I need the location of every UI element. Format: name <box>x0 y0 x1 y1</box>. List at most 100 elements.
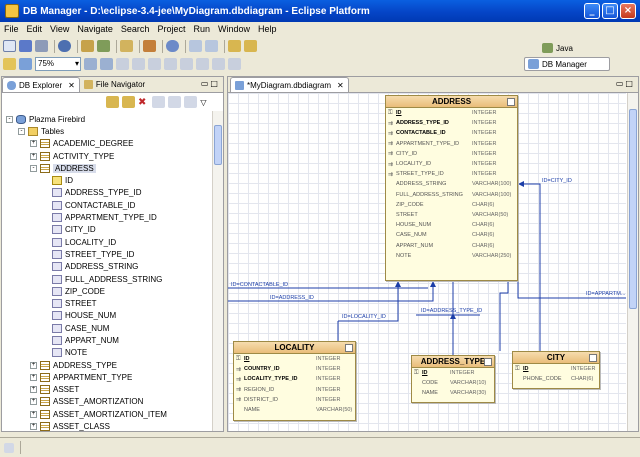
tree-item[interactable]: HOUSE_NUM <box>6 310 216 322</box>
entity-column[interactable]: NAME VARCHAR(30) <box>412 388 494 398</box>
tree-item[interactable]: - Tables <box>6 125 216 137</box>
menu-help[interactable]: Help <box>258 24 277 34</box>
tree-item[interactable]: STREET <box>6 297 216 309</box>
entity-locality[interactable]: LOCALITY ⚿ ID INTEGER ⇉ COUNTRY_ID INTEGER ⇉ LOC… <box>233 341 356 421</box>
diagram-canvas[interactable]: ID=CONTACTABLE_ID ID=ADDRESS_ID ID=LOCAL… <box>228 93 626 431</box>
tree-scroll-thumb[interactable] <box>214 125 222 165</box>
back-icon[interactable] <box>106 96 119 108</box>
menu-file[interactable]: File <box>4 24 19 34</box>
close-tab-icon[interactable]: ✕ <box>68 81 75 90</box>
entity-column[interactable]: CASE_NUM CHAR(6) <box>386 230 517 240</box>
refresh-icon[interactable] <box>19 58 32 70</box>
tree-item[interactable]: NOTE <box>6 347 216 359</box>
entity-column[interactable]: APPART_NUM CHAR(6) <box>386 240 517 250</box>
pencil-icon[interactable] <box>3 58 16 70</box>
perspective-java[interactable]: Java <box>542 43 573 53</box>
entity-column[interactable]: ⇉ CITY_ID INTEGER <box>386 149 517 159</box>
entity-column[interactable]: PHONE_CODE CHAR(6) <box>513 374 599 384</box>
expand-icon[interactable]: + <box>30 410 37 418</box>
menu-project[interactable]: Project <box>157 24 185 34</box>
collapse-icon[interactable]: - <box>18 127 25 135</box>
tree-item[interactable]: + ASSET_AMORTIZATION <box>6 396 216 408</box>
tab-mydiagram[interactable]: *MyDiagram.dbdiagram ✕ <box>230 77 349 92</box>
relation-line-city-2[interactable] <box>499 281 509 351</box>
align-center-icon[interactable] <box>132 58 145 70</box>
entity-column[interactable]: HOUSE_NUM CHAR(6) <box>386 220 517 230</box>
align-left-icon[interactable] <box>116 58 129 70</box>
connect-icon[interactable] <box>143 40 156 52</box>
open-type-icon[interactable] <box>81 40 94 52</box>
tree-item[interactable]: APPART_NUM <box>6 334 216 346</box>
annotation-icon[interactable] <box>189 40 202 52</box>
expand-icon[interactable]: + <box>30 361 37 369</box>
home-icon[interactable] <box>152 96 166 108</box>
align-right-icon[interactable] <box>148 58 161 70</box>
tree-item[interactable]: LOCALITY_ID <box>6 236 216 248</box>
editor-min-max-icon[interactable]: ▭□ <box>616 79 635 88</box>
tree-item[interactable]: + ACADEMIC_DEGREE <box>6 138 216 150</box>
tree-item[interactable]: APPARTMENT_TYPE_ID <box>6 211 216 223</box>
tree-item[interactable]: ZIP_CODE <box>6 285 216 297</box>
close-editor-icon[interactable]: ✕ <box>337 81 344 90</box>
tree-item[interactable]: + ASSET_AMORTIZATION_ITEM <box>6 408 216 420</box>
open-folder-icon[interactable] <box>120 40 133 52</box>
tab-file-navigator[interactable]: File Navigator <box>80 77 149 92</box>
entity-column[interactable]: ⚿ ID INTEGER <box>412 368 494 378</box>
entity-column[interactable]: ⚿ ID INTEGER <box>513 364 599 374</box>
entity-column[interactable]: ⇉ COUNTRY_ID INTEGER <box>234 364 355 374</box>
back-arrow-icon[interactable] <box>228 40 241 52</box>
diagram-scrollbar[interactable] <box>627 93 638 431</box>
align-middle-icon[interactable] <box>180 58 193 70</box>
match-width-icon[interactable] <box>212 58 225 70</box>
entity-column[interactable]: ⇉ APPARTMENT_TYPE_ID INTEGER <box>386 139 517 149</box>
tree-item[interactable]: FULL_ADDRESS_STRING <box>6 273 216 285</box>
menu-edit[interactable]: Edit <box>27 24 43 34</box>
zoom-out-icon[interactable] <box>100 58 113 70</box>
tree-item[interactable]: - ADDRESS <box>6 162 216 174</box>
entity-column[interactable]: ⇉ LOCALITY_TYPE_ID INTEGER <box>234 374 355 384</box>
entity-city[interactable]: CITY ⚿ ID INTEGER PHONE_CODE CHAR(6) <box>512 351 600 389</box>
collapse-all-icon[interactable] <box>168 96 182 108</box>
minimize-button[interactable]: _ <box>584 3 600 19</box>
entity-column[interactable]: ADDRESS_STRING VARCHAR(100) <box>386 179 517 189</box>
menu-search[interactable]: Search <box>121 24 150 34</box>
entity-address[interactable]: ADDRESS ⚿ ID INTEGER ⇉ ADDRESS_TYPE_ID INTEGER… <box>385 95 518 281</box>
entity-column[interactable]: ZIP_CODE CHAR(6) <box>386 200 517 210</box>
expand-icon[interactable]: + <box>30 386 37 394</box>
entity-column[interactable]: STREET VARCHAR(50) <box>386 210 517 220</box>
tree-item[interactable]: + ASSET_CLASS <box>6 420 216 432</box>
globe-icon[interactable] <box>166 40 179 52</box>
zoom-combo[interactable]: 75% <box>35 57 81 71</box>
tree-item[interactable]: - Plazma Firebird <box>6 113 216 125</box>
relation-line-city[interactable] <box>518 183 541 351</box>
zoom-in-icon[interactable] <box>84 58 97 70</box>
entity-column[interactable]: CODE VARCHAR(10) <box>412 378 494 388</box>
forward-arrow-icon[interactable] <box>244 40 257 52</box>
forward-icon[interactable] <box>122 96 135 108</box>
menu-navigate[interactable]: Navigate <box>77 24 113 34</box>
tree-item[interactable]: + APPARTMENT_TYPE <box>6 371 216 383</box>
view-min-max-icon[interactable]: ▭□ <box>201 79 220 88</box>
next-annotation-icon[interactable] <box>205 40 218 52</box>
entity-column[interactable]: ⇉ LOCALITY_ID INTEGER <box>386 159 517 169</box>
tree-item[interactable]: + ASSET <box>6 384 216 396</box>
print-icon[interactable] <box>35 40 48 52</box>
entity-column[interactable]: ⇉ STREET_TYPE_ID INTEGER <box>386 169 517 179</box>
delete-icon[interactable]: ✖ <box>138 97 146 108</box>
expand-icon[interactable]: + <box>30 423 37 431</box>
menu-view[interactable]: View <box>50 24 69 34</box>
menu-window[interactable]: Window <box>218 24 250 34</box>
expand-icon[interactable]: + <box>30 140 37 148</box>
align-top-icon[interactable] <box>164 58 177 70</box>
entity-column[interactable]: ⇉ ADDRESS_TYPE_ID INTEGER <box>386 118 517 128</box>
match-height-icon[interactable] <box>228 58 241 70</box>
entity-column[interactable]: ⇉ CONTACTABLE_ID INTEGER <box>386 128 517 138</box>
tree-item[interactable]: CITY_ID <box>6 224 216 236</box>
entity-column[interactable]: FULL_ADDRESS_STRING VARCHAR(100) <box>386 190 517 200</box>
tree-item[interactable]: ID <box>6 174 216 186</box>
menu-run[interactable]: Run <box>193 24 210 34</box>
collapse-icon[interactable]: - <box>6 115 13 123</box>
perspective-db-manager[interactable]: DB Manager <box>524 57 610 71</box>
entity-column[interactable]: ⇉ DISTRICT_ID INTEGER <box>234 395 355 405</box>
entity-column[interactable]: ⇉ REGION_ID INTEGER <box>234 385 355 395</box>
